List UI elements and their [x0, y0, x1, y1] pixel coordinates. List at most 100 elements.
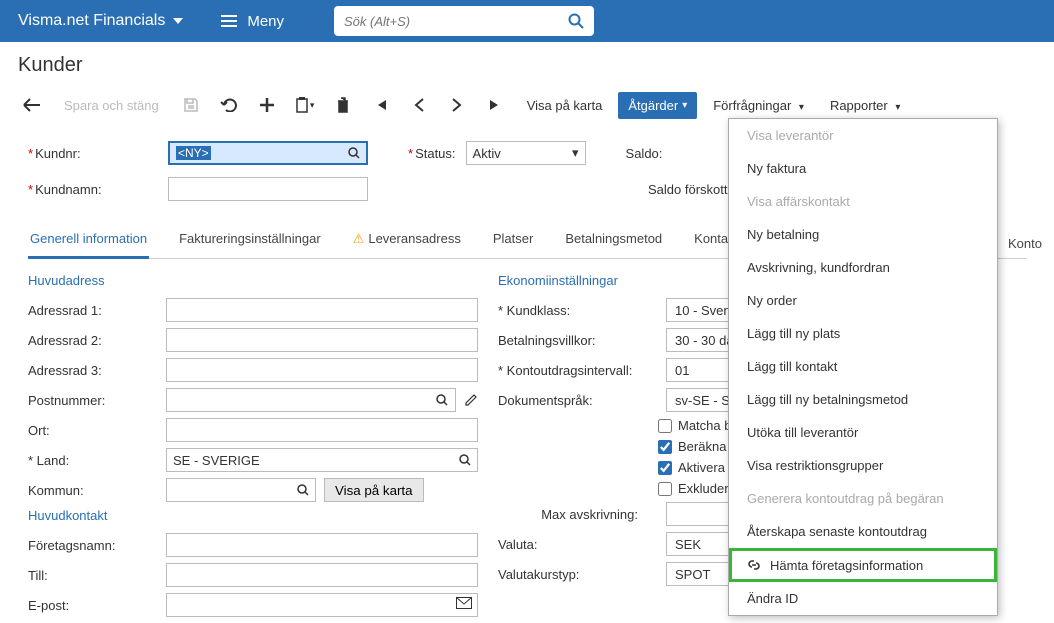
tab-locations[interactable]: Platser — [491, 223, 535, 258]
tab-billing[interactable]: Faktureringsinställningar — [177, 223, 323, 258]
menu-item: Generera kontoutdrag på begäran — [729, 482, 997, 515]
menu-item[interactable]: Ny betalning — [729, 218, 997, 251]
lookup-icon[interactable] — [436, 394, 448, 406]
menu-item[interactable]: Ny order — [729, 284, 997, 317]
prev-icon[interactable] — [403, 91, 435, 119]
menu-item[interactable]: Lägg till ny plats — [729, 317, 997, 350]
kundnr-input[interactable]: <NY> — [168, 141, 368, 165]
kundnamn-label: *Kundnamn: — [28, 182, 158, 197]
label-valuta: Valuta: — [498, 537, 658, 552]
label-max-avskrivning: Max avskrivning: — [498, 507, 658, 522]
search-input[interactable] — [344, 14, 584, 29]
actions-label: Åtgärder — [628, 98, 678, 113]
ext-tab-konto[interactable]: Konto — [996, 228, 1054, 259]
label-dokumentsprak: Dokumentspråk: — [498, 393, 658, 408]
label-adressrad3: Adressrad 3: — [28, 363, 158, 378]
page-title: Kunder — [0, 42, 1054, 87]
input-ort[interactable] — [166, 418, 478, 442]
menu-button[interactable]: Meny — [201, 13, 304, 30]
lookup-icon[interactable] — [297, 484, 309, 496]
last-icon[interactable] — [479, 91, 511, 119]
kundnr-value: <NY> — [176, 146, 211, 160]
menu-item[interactable]: Ändra ID — [729, 582, 997, 615]
check-aktivera[interactable] — [658, 461, 672, 475]
requests-label: Förfrågningar — [713, 98, 791, 113]
mail-icon[interactable] — [456, 597, 472, 609]
back-button[interactable] — [16, 91, 48, 119]
menu-item[interactable]: Ny faktura — [729, 152, 997, 185]
brand[interactable]: Visma.net Financials — [0, 12, 201, 30]
next-icon[interactable] — [441, 91, 473, 119]
section-main-address: Huvudadress — [28, 273, 478, 288]
kundnamn-input[interactable] — [168, 177, 368, 201]
visa-karta-button[interactable]: Visa på karta — [324, 478, 424, 502]
clipboard-icon[interactable]: ▾ — [289, 91, 321, 119]
label-betalningsvillkor: Betalningsvillkor: — [498, 333, 658, 348]
label-adressrad1: Adressrad 1: — [28, 303, 158, 318]
save-icon — [175, 91, 207, 119]
input-epost[interactable] — [166, 593, 478, 617]
delete-icon[interactable] — [327, 91, 359, 119]
brand-label: Visma.net Financials — [18, 12, 165, 30]
saldo-forskott-label: Saldo förskotts — [648, 182, 734, 197]
menu-item-label: Hämta företagsinformation — [770, 558, 923, 573]
actions-button[interactable]: Åtgärder ▾ — [618, 92, 697, 119]
check-berakna[interactable] — [658, 440, 672, 454]
label-postnummer: Postnummer: — [28, 393, 158, 408]
menu-item[interactable]: Återskapa senaste kontoutdrag — [729, 515, 997, 548]
status-label: *Status: — [408, 146, 456, 161]
label-till: Till: — [28, 568, 158, 583]
lookup-icon[interactable] — [348, 147, 360, 159]
label-ort: Ort: — [28, 423, 158, 438]
menu-item[interactable]: Utöka till leverantör — [729, 416, 997, 449]
search-icon[interactable] — [568, 13, 584, 29]
check-matcha[interactable] — [658, 419, 672, 433]
label-adressrad2: Adressrad 2: — [28, 333, 158, 348]
input-till[interactable] — [166, 563, 478, 587]
input-foretagsnamn[interactable] — [166, 533, 478, 557]
search-box[interactable] — [334, 6, 594, 36]
link-icon — [746, 557, 762, 573]
label-foretagsnamn: Företagsnamn: — [28, 538, 158, 553]
actions-dropdown: Visa leverantörNy fakturaVisa affärskont… — [728, 118, 998, 616]
tab-delivery[interactable]: Leveransadress — [351, 223, 463, 258]
menu-item[interactable]: Avskrivning, kundfordran — [729, 251, 997, 284]
input-adressrad2[interactable] — [166, 328, 478, 352]
status-select[interactable]: Aktiv ▾ — [466, 141, 586, 165]
menu-item[interactable]: Hämta företagsinformation — [729, 548, 997, 582]
menu-label: Meny — [247, 13, 284, 30]
menu-item[interactable]: Lägg till kontakt — [729, 350, 997, 383]
tab-payment[interactable]: Betalningsmetod — [563, 223, 664, 258]
column-address: Huvudadress Adressrad 1: Adressrad 2: Ad… — [28, 273, 478, 623]
input-adressrad3[interactable] — [166, 358, 478, 382]
edit-icon[interactable] — [464, 393, 478, 407]
menu-item[interactable]: Visa restriktionsgrupper — [729, 449, 997, 482]
label-kundklass: * Kundklass: — [498, 303, 658, 318]
undo-icon[interactable] — [213, 91, 245, 119]
tab-general[interactable]: Generell information — [28, 223, 149, 259]
reports-button[interactable]: Rapporter ▾ — [820, 92, 910, 119]
land-value: SE - SVERIGE — [173, 453, 260, 468]
lookup-icon[interactable] — [459, 454, 471, 466]
input-kommun[interactable] — [166, 478, 316, 502]
menu-item[interactable]: Lägg till ny betalningsmetod — [729, 383, 997, 416]
check-exkludera[interactable] — [658, 482, 672, 496]
view-on-map-button[interactable]: Visa på karta — [517, 92, 613, 119]
section-main-contact: Huvudkontakt — [28, 508, 478, 523]
input-land[interactable]: SE - SVERIGE — [166, 448, 478, 472]
add-icon[interactable] — [251, 91, 283, 119]
first-icon[interactable] — [365, 91, 397, 119]
label-kontoutdrag: * Kontoutdragsintervall: — [498, 363, 658, 378]
chevron-down-icon — [173, 18, 183, 24]
label-valutakurstyp: Valutakurstyp: — [498, 567, 658, 582]
kundnr-label: *Kundnr: — [28, 146, 158, 161]
input-postnummer[interactable] — [166, 388, 456, 412]
chevron-down-icon: ▾ — [895, 102, 900, 113]
search-wrap — [334, 6, 594, 36]
menu-item: Visa affärskontakt — [729, 185, 997, 218]
label-epost: E-post: — [28, 598, 158, 613]
saldo-label: Saldo: — [626, 146, 663, 161]
input-adressrad1[interactable] — [166, 298, 478, 322]
hamburger-icon — [221, 15, 237, 27]
requests-button[interactable]: Förfrågningar ▾ — [703, 92, 814, 119]
